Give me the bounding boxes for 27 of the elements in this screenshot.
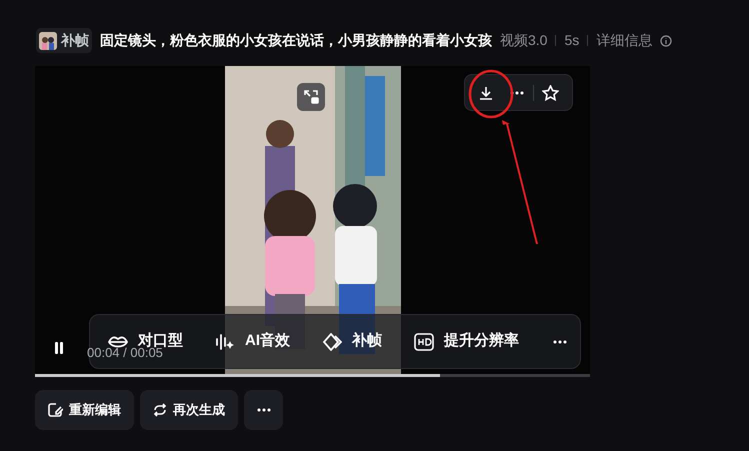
thumbnail-icon (39, 32, 57, 50)
download-icon (479, 86, 493, 100)
info-icon[interactable] (660, 34, 672, 46)
tool-button[interactable]: 补帧 (322, 330, 382, 353)
edit-icon (48, 403, 63, 417)
tool-button[interactable]: 提升分辨率 (414, 330, 519, 353)
tool-button[interactable]: AI音效 (215, 330, 290, 353)
star-icon (542, 84, 558, 100)
diamond-icon (322, 332, 342, 350)
progress-track[interactable] (35, 374, 590, 377)
duration-label: 5s (564, 31, 580, 50)
refresh-icon (153, 403, 167, 417)
details-link[interactable]: 详细信息 (596, 30, 652, 51)
hd-icon (414, 332, 434, 350)
pause-icon (54, 342, 64, 354)
sound-wave-icon (215, 332, 235, 350)
model-label: 视频3.0 (500, 31, 548, 50)
tag-label: 补帧 (61, 31, 89, 50)
more-icon (510, 90, 524, 94)
lips-icon (108, 334, 128, 348)
resize-icon (303, 89, 319, 105)
more-icon (256, 408, 270, 412)
action-button[interactable]: 再次生成 (140, 390, 238, 430)
more-icon (552, 340, 566, 344)
resize-button[interactable] (297, 83, 325, 111)
action-button[interactable]: 重新编辑 (35, 390, 134, 430)
prompt-text: 固定镜头，粉色衣服的小女孩在说话，小男孩静静的看着小女孩 (100, 31, 492, 50)
